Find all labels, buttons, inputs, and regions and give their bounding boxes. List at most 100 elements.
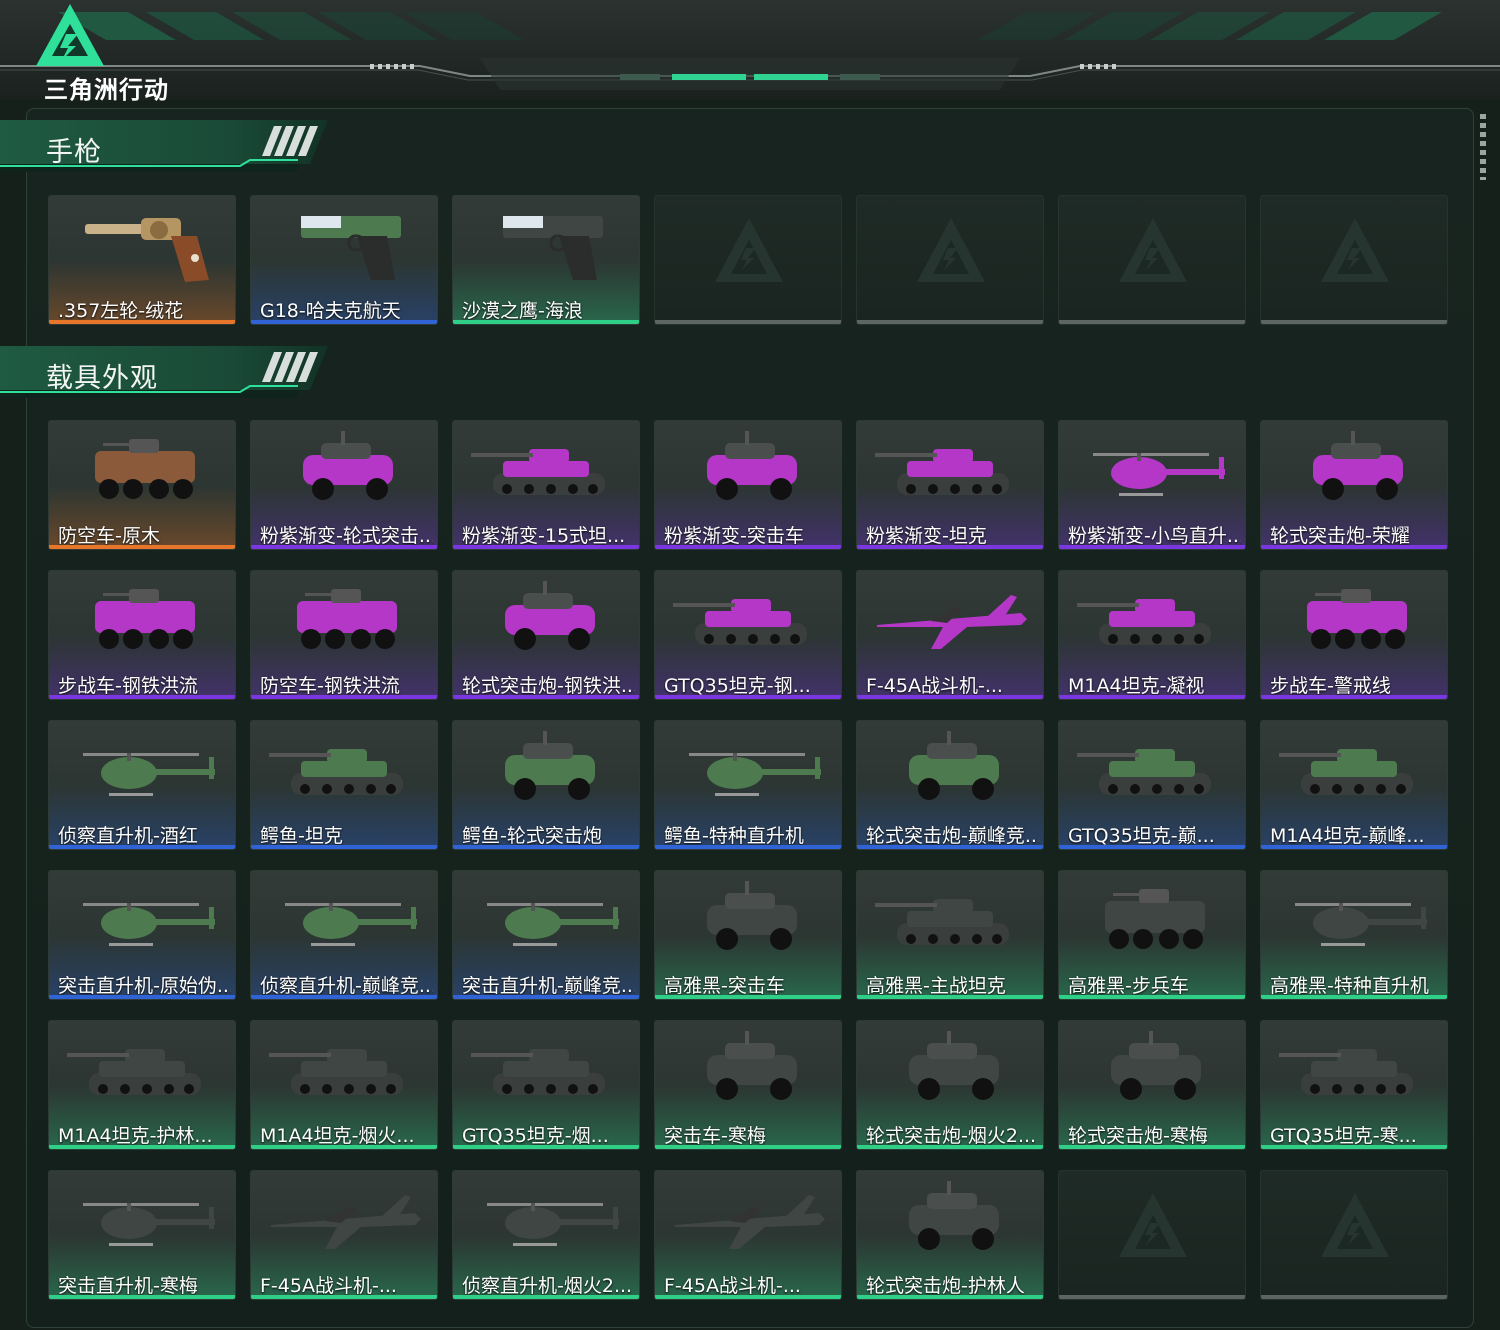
skin-card[interactable]: GTQ35坦克-烟... <box>452 1020 640 1150</box>
tank-icon <box>1279 749 1413 795</box>
rarity-bar <box>453 845 639 849</box>
skin-name: 轮式突击炮-巅峰竞... <box>866 825 1039 847</box>
skin-name: GTQ35坦克-烟... <box>462 1125 609 1147</box>
skin-card[interactable]: 粉紫渐变-小鸟直升... <box>1058 420 1246 550</box>
skin-name: 粉紫渐变-小鸟直升... <box>1068 525 1241 547</box>
skin-card[interactable]: 高雅黑-主战坦克 <box>856 870 1044 1000</box>
skin-card[interactable]: 沙漠之鹰-海浪 <box>452 195 640 325</box>
skin-name: G18-哈夫克航天 <box>260 300 401 322</box>
skin-card[interactable]: G18-哈夫克航天 <box>250 195 438 325</box>
skin-card[interactable]: 轮式突击炮-烟火2... <box>856 1020 1044 1150</box>
rarity-bar <box>1261 545 1447 549</box>
rarity-bar <box>49 695 235 699</box>
rarity-bar <box>655 845 841 849</box>
skin-name: 高雅黑-特种直升机 <box>1270 975 1429 997</box>
skin-card[interactable]: F-45A战斗机-... <box>654 1170 842 1300</box>
empty-slot[interactable] <box>1260 1170 1448 1300</box>
rarity-bar <box>251 695 437 699</box>
skin-card[interactable]: 轮式突击炮-寒梅 <box>1058 1020 1246 1150</box>
rarity-bar <box>453 320 639 324</box>
car-icon <box>303 431 393 500</box>
placeholder-logo-icon <box>1119 1193 1187 1257</box>
rarity-bar <box>1261 845 1447 849</box>
skin-card[interactable]: 突击直升机-巅峰竞... <box>452 870 640 1000</box>
skin-card[interactable]: 侦察直升机-酒红 <box>48 720 236 850</box>
tank-icon <box>269 749 403 795</box>
skin-card[interactable]: 粉紫渐变-坦克 <box>856 420 1044 550</box>
rarity-bar <box>251 320 437 324</box>
skin-name: M1A4坦克-凝视 <box>1068 675 1205 697</box>
skin-card[interactable]: 轮式突击炮-荣耀 <box>1260 420 1448 550</box>
skin-card[interactable]: 突击直升机-原始伪... <box>48 870 236 1000</box>
skin-card[interactable]: 鳄鱼-轮式突击炮 <box>452 720 640 850</box>
section-header: 手枪 <box>0 120 330 176</box>
empty-slot[interactable] <box>856 195 1044 325</box>
skin-card[interactable]: 侦察直升机-巅峰竞... <box>250 870 438 1000</box>
jet-icon <box>271 1195 421 1249</box>
skin-card[interactable]: 轮式突击炮-护林人 <box>856 1170 1044 1300</box>
skin-card[interactable]: GTQ35坦克-钢... <box>654 570 842 700</box>
tank-icon <box>1077 749 1211 795</box>
section-title: 载具外观 <box>46 363 158 394</box>
section-title: 手枪 <box>46 137 102 168</box>
pistol-icon <box>503 216 603 280</box>
skin-name: 轮式突击炮-护林人 <box>866 1275 1025 1297</box>
scrollbar[interactable] <box>1480 114 1486 180</box>
skin-card[interactable]: 轮式突击炮-钢铁洪... <box>452 570 640 700</box>
skin-card[interactable]: M1A4坦克-凝视 <box>1058 570 1246 700</box>
skin-card[interactable]: F-45A战斗机-... <box>250 1170 438 1300</box>
rarity-bar <box>857 845 1043 849</box>
car-icon <box>505 581 595 650</box>
rarity-bar <box>251 1145 437 1149</box>
rarity-bar <box>857 1295 1043 1299</box>
rarity-bar <box>251 995 437 999</box>
skin-card[interactable]: 鳄鱼-坦克 <box>250 720 438 850</box>
revolver-icon <box>85 218 209 282</box>
skin-card[interactable]: 突击车-寒梅 <box>654 1020 842 1150</box>
empty-slot[interactable] <box>1058 1170 1246 1300</box>
empty-slot[interactable] <box>1260 195 1448 325</box>
skin-card[interactable]: M1A4坦克-烟火... <box>250 1020 438 1150</box>
skin-name: 步战车-钢铁洪流 <box>58 675 198 697</box>
skin-card[interactable]: GTQ35坦克-巅... <box>1058 720 1246 850</box>
skin-card[interactable]: 步战车-钢铁洪流 <box>48 570 236 700</box>
skin-card[interactable]: .357左轮-绒花 <box>48 195 236 325</box>
skin-card[interactable]: 高雅黑-特种直升机 <box>1260 870 1448 1000</box>
skin-card[interactable]: M1A4坦克-巅峰... <box>1260 720 1448 850</box>
skin-card[interactable]: 轮式突击炮-巅峰竞... <box>856 720 1044 850</box>
empty-slot[interactable] <box>1058 195 1246 325</box>
skin-card[interactable]: 粉紫渐变-突击车 <box>654 420 842 550</box>
skin-card[interactable]: 步战车-警戒线 <box>1260 570 1448 700</box>
skin-card[interactable]: 侦察直升机-烟火2... <box>452 1170 640 1300</box>
skin-name: GTQ35坦克-寒... <box>1270 1125 1417 1147</box>
placeholder-logo-icon <box>917 218 985 282</box>
skin-card[interactable]: 高雅黑-步兵车 <box>1058 870 1246 1000</box>
jet-icon <box>877 595 1027 649</box>
skin-name: 鳄鱼-特种直升机 <box>664 825 804 847</box>
empty-slot[interactable] <box>654 195 842 325</box>
skin-card[interactable]: 粉紫渐变-轮式突击... <box>250 420 438 550</box>
skin-name: 突击直升机-寒梅 <box>58 1275 198 1297</box>
skin-card[interactable]: 突击直升机-寒梅 <box>48 1170 236 1300</box>
rarity-bar <box>1261 995 1447 999</box>
skin-card[interactable]: 高雅黑-突击车 <box>654 870 842 1000</box>
skin-card[interactable]: F-45A战斗机-... <box>856 570 1044 700</box>
skin-name: 轮式突击炮-烟火2... <box>866 1125 1037 1147</box>
rarity-bar <box>655 1295 841 1299</box>
apc-icon <box>1105 889 1205 949</box>
skin-card[interactable]: 鳄鱼-特种直升机 <box>654 720 842 850</box>
skin-card[interactable]: GTQ35坦克-寒... <box>1260 1020 1448 1150</box>
tank-icon <box>673 599 807 645</box>
car-icon <box>909 1031 999 1100</box>
rarity-bar <box>655 320 841 324</box>
apc-icon <box>297 589 397 649</box>
rarity-bar <box>49 1145 235 1149</box>
car-icon <box>909 731 999 800</box>
car-icon <box>1111 1031 1201 1100</box>
skin-name: .357左轮-绒花 <box>58 300 184 322</box>
skin-card[interactable]: 防空车-钢铁洪流 <box>250 570 438 700</box>
skin-card[interactable]: 粉紫渐变-15式坦... <box>452 420 640 550</box>
skin-card[interactable]: M1A4坦克-护林... <box>48 1020 236 1150</box>
skin-card[interactable]: 防空车-原木 <box>48 420 236 550</box>
skin-name: 轮式突击炮-荣耀 <box>1270 525 1410 547</box>
